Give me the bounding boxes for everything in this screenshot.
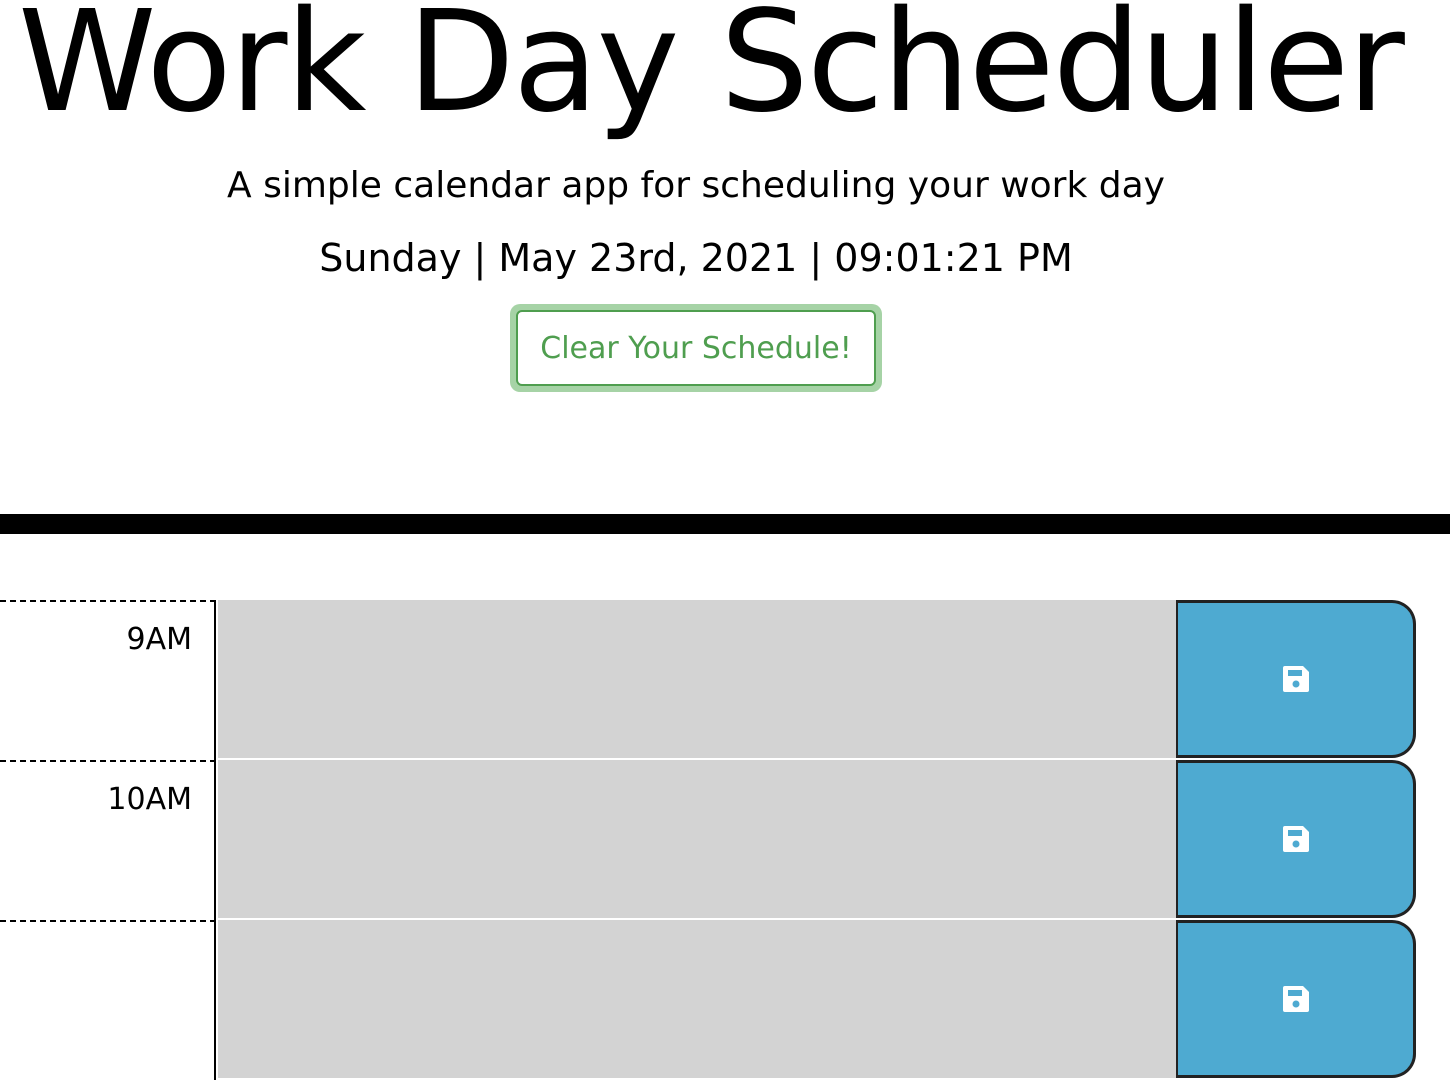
save-button[interactable] [1176,920,1416,1078]
current-datetime: Sunday | May 23rd, 2021 | 09:01:21 PM [319,236,1073,280]
time-block-row [0,920,1450,1080]
event-textarea[interactable] [218,760,1176,920]
clear-schedule-label: Clear Your Schedule! [516,310,876,386]
save-button[interactable] [1176,760,1416,918]
event-textarea[interactable] [218,920,1176,1080]
hour-label: 9AM [0,600,216,760]
floppy-disk-icon [1282,666,1309,692]
page-subtitle: A simple calendar app for scheduling you… [227,165,1165,206]
floppy-disk-icon [1282,826,1309,852]
clear-schedule-button[interactable]: Clear Your Schedule! [510,304,882,392]
header-divider [0,514,1450,534]
hour-label: 10AM [0,760,216,920]
floppy-disk-icon [1282,986,1309,1012]
schedule-container: 9AM 10AM [0,600,1450,1080]
save-button[interactable] [1176,600,1416,758]
page-title: Work Day Scheduler [18,0,1405,144]
page-header: Work Day Scheduler A simple calendar app… [0,0,1450,514]
time-block-row: 9AM [0,600,1450,760]
time-block-row: 10AM [0,760,1450,920]
hour-label [0,920,216,1080]
event-textarea[interactable] [218,600,1176,760]
